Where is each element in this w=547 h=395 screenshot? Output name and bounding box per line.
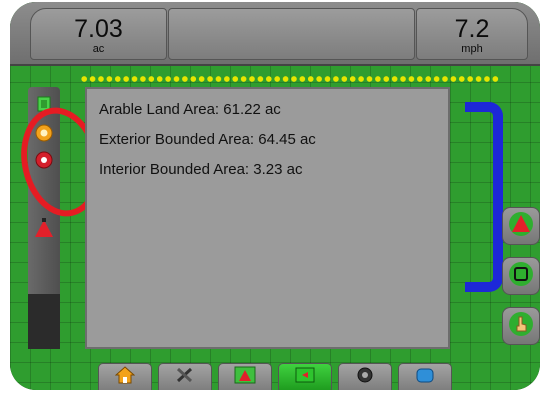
area-info-panel: Arable Land Area: 61.22 ac Exterior Boun…	[85, 87, 450, 349]
tab-vehicle-view[interactable]	[218, 363, 272, 390]
speed-readout[interactable]: 7.2 mph	[416, 8, 528, 60]
bottom-nav	[98, 360, 478, 390]
vehicle-view-icon	[234, 366, 256, 389]
boundary-path	[465, 102, 503, 292]
area-unit: ac	[92, 43, 105, 55]
vehicle-icon	[32, 217, 56, 239]
guidance-arrow-icon	[508, 211, 534, 242]
tools-icon	[175, 366, 195, 389]
status-bar: 7.03 ac 7.2 mph	[10, 2, 540, 66]
tank-icon	[414, 366, 436, 389]
display-bezel: 7.03 ac 7.2 mph Arable Land Area: 61.22 …	[10, 2, 540, 390]
map-view-button[interactable]	[502, 257, 540, 295]
center-readout[interactable]	[168, 8, 415, 60]
guidance-arrow-button[interactable]	[502, 207, 540, 245]
boom-section-indicators	[80, 75, 500, 83]
home-icon	[114, 366, 136, 389]
speed-unit: mph	[461, 43, 483, 55]
camera-icon	[355, 366, 375, 389]
touch-select-icon	[508, 311, 534, 342]
area-readout[interactable]: 7.03 ac	[30, 8, 167, 60]
map-view-icon	[508, 261, 534, 292]
speed-value: 7.2	[454, 15, 490, 43]
arable-land-area: Arable Land Area: 61.22 ac	[99, 101, 281, 118]
tab-camera[interactable]	[338, 363, 392, 390]
tab-home[interactable]	[98, 363, 152, 390]
area-value: 7.03	[74, 15, 123, 43]
interior-bounded-area: Interior Bounded Area: 3.23 ac	[99, 161, 303, 178]
touch-select-button[interactable]	[502, 307, 540, 345]
tab-field-view[interactable]	[278, 363, 332, 390]
exterior-bounded-area: Exterior Bounded Area: 64.45 ac	[99, 131, 316, 148]
left-toolbar-base	[28, 294, 60, 349]
field-view-icon	[294, 366, 316, 389]
tab-tools[interactable]	[158, 363, 212, 390]
tab-tank[interactable]	[398, 363, 452, 390]
